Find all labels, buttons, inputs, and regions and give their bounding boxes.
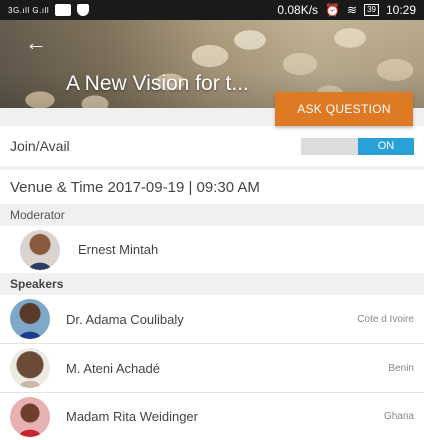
ask-question-button[interactable]: ASK QUESTION	[275, 92, 413, 126]
alarm-icon: ⏰	[325, 3, 340, 17]
battery-level: 39	[364, 4, 379, 16]
status-bar: 3G.ıll G.ıll 0.08K/s ⏰ ≋ 39 10:29	[0, 0, 424, 20]
speaker-row[interactable]: Dr. Adama Coulibaly Cote d Ivoire	[0, 295, 424, 344]
speaker-country: Benin	[388, 362, 414, 374]
speaker-name: Dr. Adama Coulibaly	[66, 311, 184, 327]
moderator-row[interactable]: Ernest Mintah	[0, 226, 424, 273]
venue-time-row: Venue & Time 2017-09-19 | 09:30 AM	[0, 170, 424, 204]
notification-app-icon	[55, 4, 72, 16]
clock: 10:29	[385, 3, 416, 17]
moderator-section-header: Moderator	[0, 204, 424, 226]
join-avail-label: Join/Avail	[10, 138, 70, 154]
speaker-country: Cote d Ivoire	[357, 313, 414, 325]
avatar	[10, 396, 50, 437]
speaker-row[interactable]: M. Ateni Achadé Benin	[0, 344, 424, 393]
speaker-country: Ghana	[383, 411, 414, 422]
speaker-name: M. Ateni Achadé	[66, 360, 160, 376]
back-arrow-icon[interactable]: ←	[22, 30, 50, 56]
wifi-icon: ≋	[347, 3, 358, 17]
speakers-section-header: Speakers	[0, 273, 424, 295]
avatar	[10, 299, 50, 339]
speaker-name: Madam Rita Weidinger	[66, 409, 198, 424]
status-right: 0.08K/s ⏰ ≋ 39 10:29	[277, 3, 416, 17]
join-avail-row: Join/Avail ON	[0, 126, 424, 166]
avatar	[20, 229, 60, 270]
network-signal: 3G.ıll G.ıll	[8, 5, 50, 15]
notification-shield-icon	[77, 4, 90, 16]
event-title: A New Vision for t...	[66, 72, 249, 95]
moderator-name: Ernest Mintah	[78, 242, 159, 257]
speaker-row[interactable]: Madam Rita Weidinger Ghana	[0, 393, 424, 440]
status-left: 3G.ıll G.ıll	[8, 4, 90, 16]
avatar	[10, 348, 50, 388]
network-speed: 0.08K/s	[277, 3, 319, 17]
toggle-on-label: ON	[358, 137, 414, 155]
join-avail-toggle[interactable]: ON	[301, 137, 414, 155]
